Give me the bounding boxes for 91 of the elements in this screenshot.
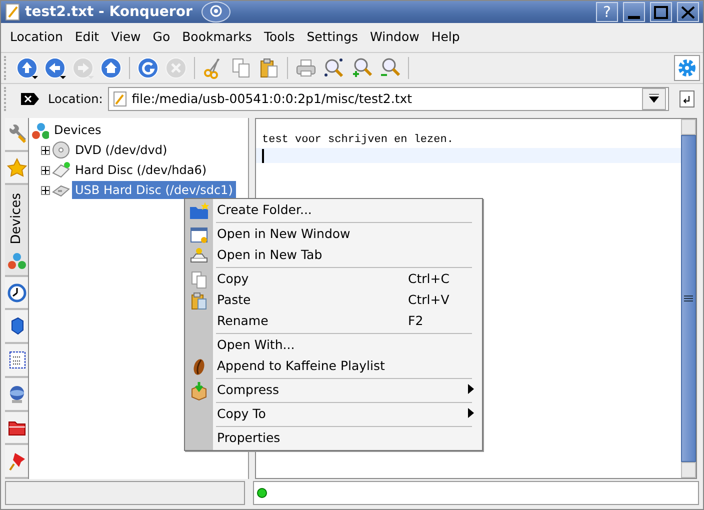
settings-button[interactable] bbox=[674, 55, 700, 81]
wrench-icon bbox=[6, 124, 26, 144]
menu-item[interactable]: Location bbox=[4, 26, 69, 49]
devices-icon bbox=[6, 250, 26, 271]
clipboard-icon bbox=[189, 290, 209, 310]
menu-item[interactable]: Window bbox=[364, 26, 426, 49]
sidebar-tab[interactable]: Devices bbox=[5, 185, 28, 277]
location-field[interactable]: file:/media/usb-00541:0:0:2p1/misc/test2.txt bbox=[132, 90, 637, 108]
menu-item[interactable]: Edit bbox=[68, 26, 106, 49]
magnifier-icon bbox=[322, 56, 346, 80]
sidebar-tab[interactable] bbox=[5, 412, 28, 446]
close-button[interactable] bbox=[677, 2, 699, 22]
window-title: test2.txt - Konqueror bbox=[25, 2, 192, 22]
tree-item[interactable]: Hard Disc (/dev/hda6) bbox=[72, 161, 210, 179]
enter-icon bbox=[678, 90, 696, 108]
arrow-left-icon bbox=[44, 56, 66, 80]
sidebar-tab[interactable] bbox=[5, 344, 28, 378]
drive-icon bbox=[52, 161, 70, 179]
box-icon bbox=[189, 380, 209, 400]
reload-icon bbox=[136, 56, 160, 80]
close-icon bbox=[679, 4, 697, 20]
dropdown-button[interactable] bbox=[642, 88, 666, 110]
shortcut-label: Ctrl+C bbox=[408, 270, 450, 288]
scrollbar-thumb[interactable] bbox=[681, 135, 696, 462]
star-icon bbox=[6, 158, 26, 178]
copy-icon bbox=[189, 270, 209, 290]
expand-button[interactable] bbox=[41, 166, 50, 174]
expand-button[interactable] bbox=[41, 186, 50, 194]
sidebar-tab[interactable] bbox=[5, 276, 28, 310]
context-menu-item[interactable]: Copy Ctrl+C bbox=[185, 269, 482, 290]
context-menu-item[interactable]: Create Folder... bbox=[185, 200, 482, 221]
clipboard-icon bbox=[258, 56, 280, 80]
context-menu-item[interactable]: Open in New Tab bbox=[185, 245, 482, 266]
tree-item[interactable]: USB Hard Disc (/dev/sdc1) bbox=[72, 181, 236, 199]
text-cursor bbox=[262, 148, 264, 162]
submenu-arrow-icon bbox=[468, 384, 474, 394]
menu-item[interactable]: Help bbox=[425, 26, 466, 49]
text-line: test voor schrijven en lezen. bbox=[261, 133, 454, 148]
plus-icon bbox=[42, 186, 49, 194]
gear-icon bbox=[676, 57, 698, 79]
status-light bbox=[257, 488, 267, 498]
context-menu-item[interactable]: Rename F2 bbox=[185, 311, 482, 332]
context-menu-item[interactable]: Copy To bbox=[185, 404, 482, 425]
sidebar-tab[interactable] bbox=[5, 445, 28, 479]
tab-icon bbox=[189, 246, 209, 266]
context-menu-item[interactable]: Open in New Window bbox=[185, 224, 482, 245]
context-menu-item[interactable]: Compress bbox=[185, 380, 482, 401]
menu-item[interactable]: Settings bbox=[300, 26, 364, 49]
shortcut-label: Ctrl+V bbox=[408, 291, 450, 310]
maximize-button[interactable] bbox=[650, 2, 672, 22]
printer-icon bbox=[294, 56, 318, 80]
clear-icon bbox=[20, 92, 40, 106]
shortcut-label: F2 bbox=[408, 312, 424, 330]
maximize-icon bbox=[652, 4, 670, 20]
arrow-left-button[interactable] bbox=[42, 55, 68, 81]
pin-icon bbox=[6, 451, 26, 472]
minimize-icon bbox=[628, 16, 640, 18]
sidebar-tab[interactable] bbox=[5, 378, 28, 412]
devices-icon bbox=[31, 121, 49, 139]
menu-item[interactable]: View bbox=[105, 26, 147, 49]
folder-new-icon bbox=[189, 200, 209, 220]
context-menu-item[interactable]: Properties bbox=[185, 428, 482, 449]
arrow-up-button[interactable] bbox=[14, 55, 40, 81]
tree-item[interactable]: Devices bbox=[51, 121, 104, 139]
dropdown-arrow-icon bbox=[649, 94, 659, 104]
zoom-in-icon bbox=[350, 56, 374, 80]
submenu-arrow-icon bbox=[468, 408, 474, 418]
menu-item[interactable]: Tools bbox=[258, 26, 301, 49]
clock-icon bbox=[6, 282, 26, 303]
grip-icon bbox=[684, 295, 693, 302]
tree-item[interactable]: DVD (/dev/dvd) bbox=[72, 141, 170, 159]
disc-icon bbox=[52, 141, 70, 159]
context-menu-item[interactable]: Open With... bbox=[185, 335, 482, 356]
home-button[interactable] bbox=[98, 55, 124, 81]
plus-icon bbox=[42, 166, 49, 174]
plus-icon bbox=[42, 146, 49, 154]
context-menu-item[interactable]: Append to Kaffeine Playlist bbox=[185, 356, 482, 377]
expand-button[interactable] bbox=[41, 146, 50, 154]
reload-button[interactable] bbox=[135, 55, 161, 81]
menu-item[interactable]: Go bbox=[146, 26, 176, 49]
location-label: Location: bbox=[48, 91, 103, 108]
arrow-up-icon bbox=[16, 56, 38, 80]
stop-icon bbox=[164, 56, 188, 80]
sidebar-tab[interactable] bbox=[5, 310, 28, 344]
copy-icon bbox=[230, 56, 252, 80]
context-menu-item[interactable]: Paste Ctrl+V bbox=[185, 290, 482, 311]
menu-item[interactable]: Bookmarks bbox=[176, 26, 258, 49]
arrow-right-icon bbox=[72, 56, 94, 80]
location-combo[interactable]: file:/media/usb-00541:0:0:2p1/misc/test2.txt bbox=[108, 87, 669, 111]
window-icon bbox=[189, 224, 209, 244]
minimize-button[interactable] bbox=[623, 2, 645, 22]
